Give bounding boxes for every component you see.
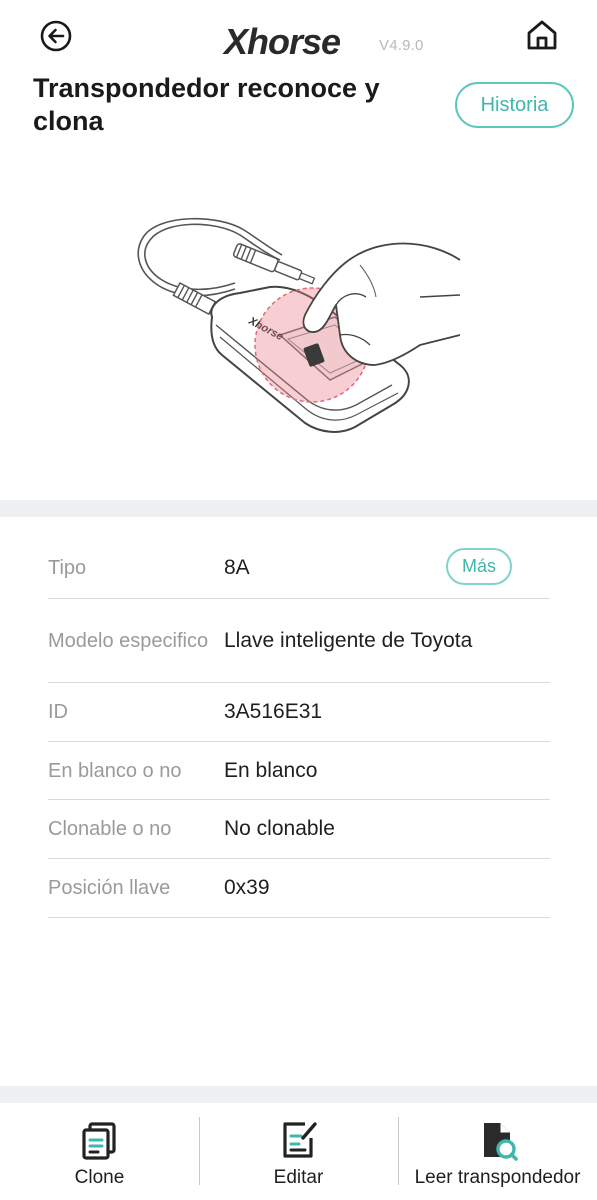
info-value: En blanco xyxy=(224,758,318,782)
brand-name: Xhorse xyxy=(222,21,341,58)
edit-icon xyxy=(279,1119,319,1161)
app-version: V4.9.0 xyxy=(379,37,424,54)
section-divider xyxy=(0,1086,597,1103)
bottom-navigation: Clone Editar Leer transpondedor xyxy=(0,1103,597,1200)
info-value: 0x39 xyxy=(224,876,270,899)
home-button[interactable] xyxy=(523,16,561,54)
info-label: Tipo xyxy=(48,556,87,579)
info-row-type: Tipo 8A Más xyxy=(48,537,550,599)
info-value: No clonable xyxy=(224,817,335,840)
brand: Xhorse V4.9.0 xyxy=(222,14,424,58)
back-button[interactable] xyxy=(38,18,74,54)
clone-icon xyxy=(80,1119,120,1161)
info-label: Posición llave xyxy=(48,877,171,899)
read-transponder-label: Leer transpondedor xyxy=(414,1167,581,1188)
home-icon xyxy=(527,20,557,50)
edit-button[interactable]: Editar xyxy=(199,1103,398,1200)
clone-label: Clone xyxy=(74,1167,125,1188)
transponder-info-table: Tipo 8A Más Modelo especifico Llave inte… xyxy=(48,537,550,918)
info-label: Clonable o no xyxy=(48,818,172,840)
info-value: Llave inteligente de Toyota xyxy=(224,628,473,652)
info-row-blank: En blanco o no En blanco xyxy=(48,742,550,800)
edit-label: Editar xyxy=(273,1167,324,1188)
info-label: En blanco o no xyxy=(48,759,182,782)
info-row-id: ID 3A516E31 xyxy=(48,683,550,742)
read-transponder-button[interactable]: Leer transpondedor xyxy=(398,1103,597,1200)
xhorse-logo: Xhorse xyxy=(222,21,342,58)
info-row-clonable: Clonable o no No clonable xyxy=(48,800,550,859)
top-bar: Xhorse V4.9.0 xyxy=(0,0,597,72)
history-button[interactable]: Historia xyxy=(455,82,574,128)
page-title: Transpondedor reconoce y clona xyxy=(33,73,380,136)
info-label: Modelo especifico xyxy=(48,629,209,652)
info-value: 3A516E31 xyxy=(224,700,323,723)
info-row-key-position: Posición llave 0x39 xyxy=(48,859,550,918)
info-label: ID xyxy=(48,701,68,723)
device-illustration: Xhorse xyxy=(130,205,470,455)
read-transponder-icon xyxy=(478,1119,518,1161)
section-divider xyxy=(0,500,597,517)
more-button[interactable]: Más xyxy=(446,548,512,585)
info-row-model: Modelo especifico Llave inteligente de T… xyxy=(48,599,550,683)
back-arrow-icon xyxy=(40,20,72,52)
clone-button[interactable]: Clone xyxy=(0,1103,199,1200)
